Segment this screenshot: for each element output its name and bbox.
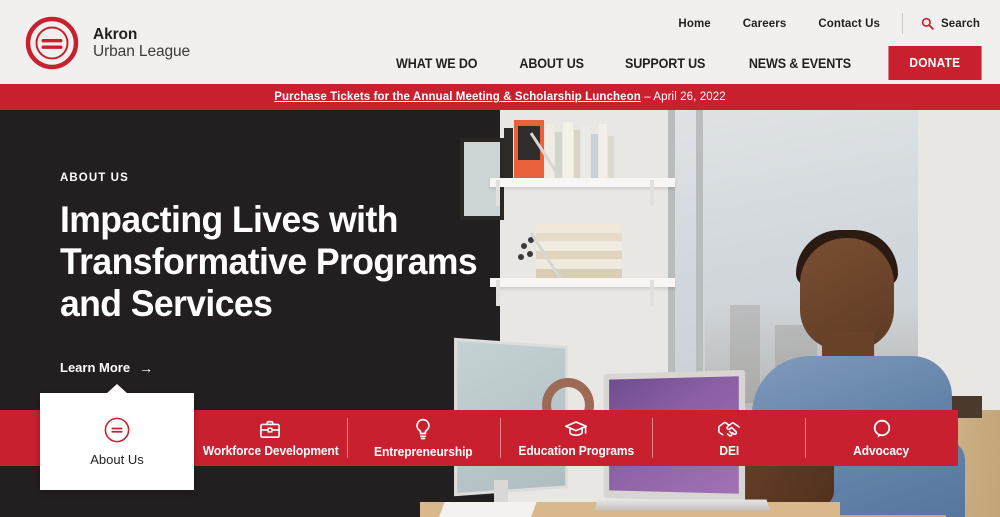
- shelf-support: [650, 180, 654, 206]
- hero-cta-label: Learn More: [60, 360, 131, 376]
- search-label: Search: [941, 17, 980, 30]
- utility-nav: Home Careers Contact Us Search: [662, 13, 984, 34]
- akron-urban-league-equals-mark-icon: [25, 16, 79, 70]
- program-label: DEI: [718, 443, 739, 458]
- akron-urban-league-equals-mark-icon: [104, 417, 130, 442]
- briefcase-icon: [260, 420, 281, 438]
- announcement-bar: Purchase Tickets for the Annual Meeting …: [0, 84, 1000, 110]
- utility-nav-item-home[interactable]: Home: [662, 18, 726, 30]
- window-mullion: [696, 110, 703, 410]
- search-button[interactable]: Search: [909, 17, 984, 30]
- announcement-text: Purchase Tickets for the Annual Meeting …: [274, 91, 725, 103]
- brand-logo-link[interactable]: Akron Urban League: [24, 15, 190, 71]
- utility-nav-item-contact-us[interactable]: Contact Us: [802, 18, 896, 30]
- laptop-keyboard: [594, 499, 770, 511]
- page-root: Akron Urban League Home Careers Contact …: [0, 0, 1000, 517]
- card-notch: [106, 384, 128, 394]
- hero-text-block: ABOUT US Impacting Lives with Transforma…: [60, 172, 530, 377]
- brand-name-line1: Akron: [93, 25, 138, 43]
- program-item-dei[interactable]: DEI: [652, 410, 805, 466]
- site-header: Akron Urban League Home Careers Contact …: [0, 0, 1000, 84]
- program-item-workforce-development[interactable]: Workforce Development: [194, 410, 347, 466]
- lightbulb-icon: [416, 418, 430, 439]
- speech-bubble-icon: [873, 419, 890, 438]
- program-label: Advocacy: [853, 443, 910, 458]
- program-item-education-programs[interactable]: Education Programs: [499, 410, 653, 466]
- arrow-right-icon: →: [139, 359, 154, 376]
- main-nav-item-news-and-events[interactable]: NEWS & EVENTS: [732, 56, 868, 71]
- main-nav-item-what-we-do[interactable]: WHAT WE DO: [380, 56, 495, 71]
- hero-title: Impacting Lives with Transformative Prog…: [60, 199, 478, 324]
- utility-nav-divider: [902, 13, 904, 34]
- program-nav-items: Workforce Development Entrepreneurship E…: [194, 410, 958, 466]
- main-nav-item-support-us[interactable]: SUPPORT US: [609, 56, 723, 71]
- shelf-support: [650, 280, 654, 306]
- program-label: Workforce Development: [202, 443, 339, 458]
- graduation-cap-icon: [564, 420, 587, 436]
- program-label: Entrepreneurship: [373, 444, 473, 459]
- announcement-date: – April 26, 2022: [640, 91, 726, 103]
- desk-paper: [431, 502, 537, 517]
- brand-name-line2: Urban League: [93, 43, 191, 60]
- program-item-advocacy[interactable]: Advocacy: [805, 410, 958, 466]
- search-icon: [921, 17, 934, 30]
- donate-button[interactable]: DONATE: [888, 46, 982, 80]
- program-label: Education Programs: [518, 443, 634, 458]
- utility-nav-item-careers[interactable]: Careers: [727, 18, 803, 30]
- program-item-about-us-active[interactable]: About Us: [40, 384, 194, 490]
- bookshelf-books-top: [504, 120, 614, 180]
- program-label: About Us: [90, 451, 144, 467]
- hero-eyebrow: ABOUT US: [60, 172, 129, 184]
- announcement-link[interactable]: Purchase Tickets for the Annual Meeting …: [274, 91, 641, 103]
- hero-section: ABOUT US Impacting Lives with Transforma…: [0, 110, 1000, 517]
- hero-learn-more-link[interactable]: Learn More →: [60, 360, 153, 375]
- program-item-entrepreneurship[interactable]: Entrepreneurship: [346, 410, 500, 466]
- main-nav-item-about-us[interactable]: ABOUT US: [503, 56, 601, 71]
- main-nav: WHAT WE DO ABOUT US SUPPORT US NEWS & EV…: [375, 46, 984, 80]
- handshake-icon: [717, 421, 740, 437]
- brand-name: Akron Urban League: [93, 26, 190, 61]
